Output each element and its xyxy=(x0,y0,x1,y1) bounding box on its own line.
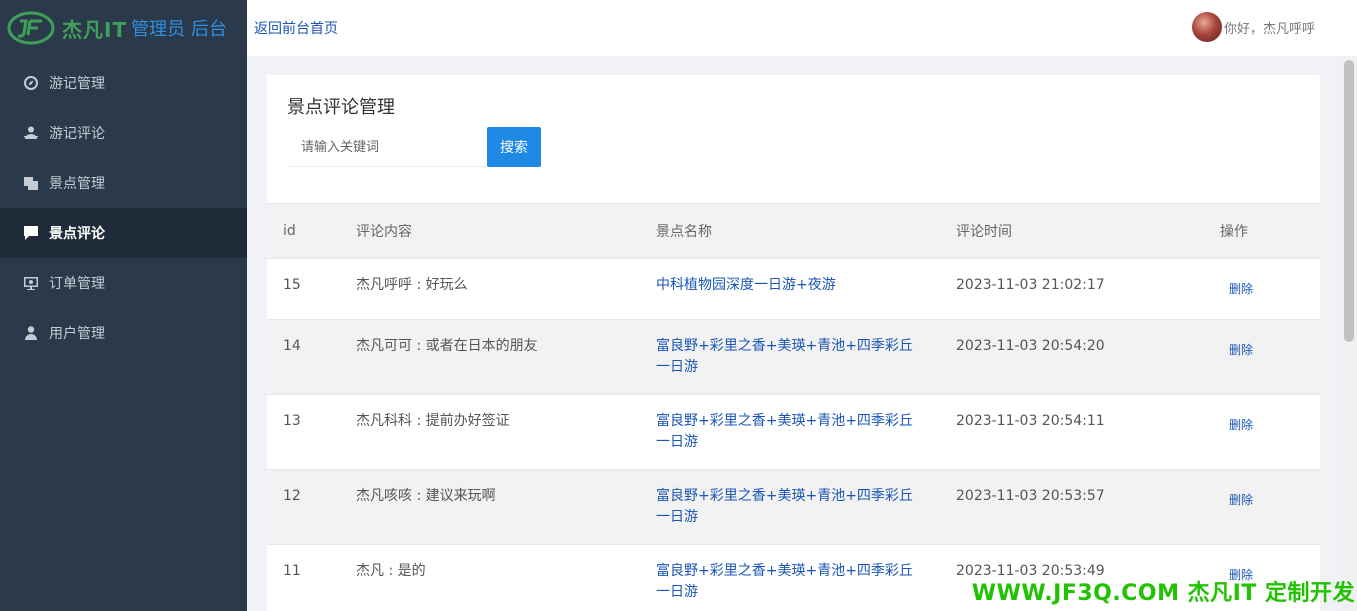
table-row: 12 杰凡咳咳 : 建议来玩啊 富良野+彩里之香+美瑛+青池+四季彩丘一日游 2… xyxy=(267,469,1320,545)
sidebar-item-spots[interactable]: 景点管理 xyxy=(0,158,247,208)
cell-spot-link[interactable]: 富良野+彩里之香+美瑛+青池+四季彩丘一日游 xyxy=(656,544,956,611)
cell-content: 杰凡呼呼 : 好玩么 xyxy=(356,258,656,320)
sidebar-item-label: 游记管理 xyxy=(49,76,105,92)
sidebar-item-label: 景点管理 xyxy=(49,176,105,192)
cell-content: 杰凡咳咳 : 建议来玩啊 xyxy=(356,469,656,545)
cell-spot-link[interactable]: 富良野+彩里之香+美瑛+青池+四季彩丘一日游 xyxy=(656,469,956,545)
logo[interactable]: 杰凡IT 管理员 后台 xyxy=(0,0,247,56)
cell-spot-link[interactable]: 中科植物园深度一日游+夜游 xyxy=(656,258,956,320)
table-header-row: id 评论内容 景点名称 评论时间 操作 xyxy=(267,203,1320,259)
user-icon xyxy=(22,324,40,342)
cell-time: 2023-11-03 20:54:11 xyxy=(956,394,1220,470)
user-greeting: 你好，杰凡呼呼 xyxy=(1223,21,1315,37)
delete-link[interactable]: 删除 xyxy=(1229,282,1253,296)
sidebar-item-users[interactable]: 用户管理 xyxy=(0,308,247,358)
sidebar-item-label: 订单管理 xyxy=(49,276,105,292)
sidebar-item-orders[interactable]: 订单管理 xyxy=(0,258,247,308)
sidebar-item-label: 景点评论 xyxy=(49,226,105,242)
cell-time: 2023-11-03 21:02:17 xyxy=(956,258,1220,320)
sidebar: 杰凡IT 管理员 后台 游记管理 游记评论 景点管理 景点评论 订单管理 用户管… xyxy=(0,0,247,611)
cell-id: 14 xyxy=(267,319,356,395)
sidebar-item-label: 用户管理 xyxy=(49,326,105,342)
cell-op: 删除 xyxy=(1220,394,1320,470)
topbar: 返回前台首页 你好，杰凡呼呼 xyxy=(247,0,1357,56)
cell-id: 13 xyxy=(267,394,356,470)
scrollbar-thumb[interactable] xyxy=(1344,60,1354,342)
sidebar-item-spot-comments[interactable]: 景点评论 xyxy=(0,208,247,258)
cell-op: 删除 xyxy=(1220,469,1320,545)
logo-mark-icon xyxy=(6,11,56,45)
column-header-time: 评论时间 xyxy=(956,203,1220,259)
cell-op: 删除 xyxy=(1220,319,1320,395)
cell-content: 杰凡 : 是的 xyxy=(356,544,656,611)
cell-spot-link[interactable]: 富良野+彩里之香+美瑛+青池+四季彩丘一日游 xyxy=(656,319,956,395)
avatar[interactable] xyxy=(1191,12,1222,42)
page-title: 景点评论管理 xyxy=(287,97,395,118)
logo-brand: 杰凡IT xyxy=(62,17,128,42)
watermark: WWW.JF3Q.COM 杰凡IT 定制开发 xyxy=(971,581,1355,606)
sidebar-item-travel-notes[interactable]: 游记管理 xyxy=(0,58,247,108)
sidebar-item-label: 游记评论 xyxy=(49,126,105,142)
comments-panel: 景点评论管理 搜索 id 评论内容 景点名称 评论时间 操作 15 杰凡呼呼 :… xyxy=(267,75,1320,611)
user-review-icon xyxy=(22,124,40,142)
cell-content: 杰凡可可 : 或者在日本的朋友 xyxy=(356,319,656,395)
search-button[interactable]: 搜索 xyxy=(487,127,541,167)
page-scrollbar[interactable] xyxy=(1341,56,1357,611)
delete-link[interactable]: 删除 xyxy=(1229,493,1253,507)
column-header-content: 评论内容 xyxy=(356,203,656,259)
delete-link[interactable]: 删除 xyxy=(1229,343,1253,357)
sidebar-item-note-comments[interactable]: 游记评论 xyxy=(0,108,247,158)
back-to-home-link[interactable]: 返回前台首页 xyxy=(254,18,338,38)
table-row: 15 杰凡呼呼 : 好玩么 中科植物园深度一日游+夜游 2023-11-03 2… xyxy=(267,258,1320,320)
cell-id: 15 xyxy=(267,258,356,320)
comments-table: id 评论内容 景点名称 评论时间 操作 15 杰凡呼呼 : 好玩么 中科植物园… xyxy=(267,203,1320,611)
cell-id: 12 xyxy=(267,469,356,545)
cell-op: 删除 xyxy=(1220,258,1320,320)
column-header-id: id xyxy=(267,203,356,259)
copy-icon xyxy=(22,174,40,192)
cell-time: 2023-11-03 20:54:20 xyxy=(956,319,1220,395)
delete-link[interactable]: 删除 xyxy=(1229,418,1253,432)
search-input[interactable] xyxy=(287,127,487,167)
column-header-spot: 景点名称 xyxy=(656,203,956,259)
user-menu[interactable]: 你好，杰凡呼呼 xyxy=(1191,12,1315,42)
table-row: 14 杰凡可可 : 或者在日本的朋友 富良野+彩里之香+美瑛+青池+四季彩丘一日… xyxy=(267,319,1320,395)
comment-icon xyxy=(22,224,40,242)
logo-subtitle: 管理员 后台 xyxy=(131,19,227,40)
table-row: 13 杰凡科科 : 提前办好签证 富良野+彩里之香+美瑛+青池+四季彩丘一日游 … xyxy=(267,394,1320,470)
monitor-icon xyxy=(22,274,40,292)
compass-icon xyxy=(22,74,40,92)
cell-time: 2023-11-03 20:53:57 xyxy=(956,469,1220,545)
cell-spot-link[interactable]: 富良野+彩里之香+美瑛+青池+四季彩丘一日游 xyxy=(656,394,956,470)
sidebar-menu: 游记管理 游记评论 景点管理 景点评论 订单管理 用户管理 xyxy=(0,58,247,358)
cell-content: 杰凡科科 : 提前办好签证 xyxy=(356,394,656,470)
column-header-op: 操作 xyxy=(1220,203,1320,259)
cell-id: 11 xyxy=(267,544,356,611)
